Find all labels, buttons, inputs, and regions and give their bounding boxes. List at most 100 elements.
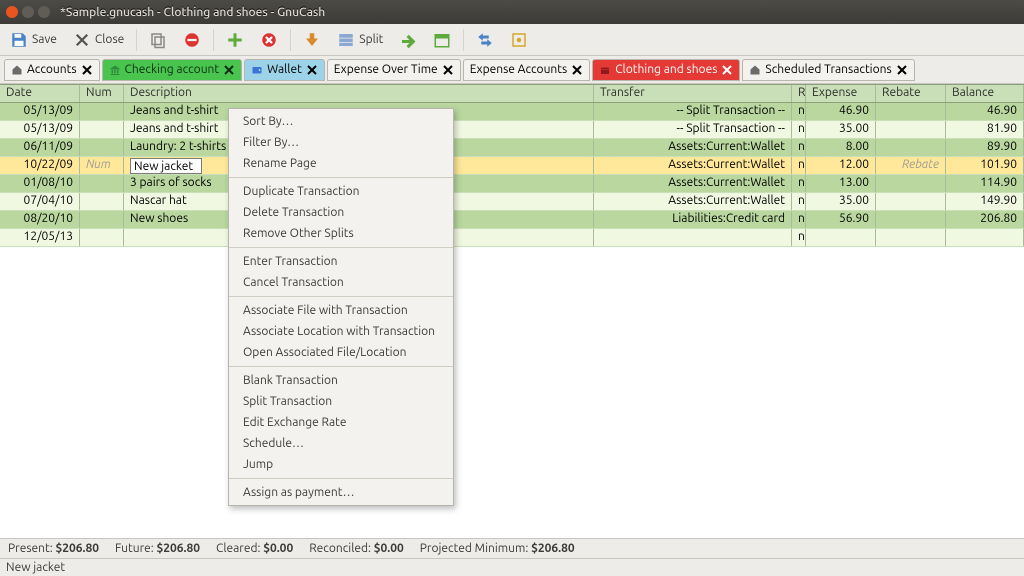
cell-expense[interactable]: 56.90 — [806, 211, 876, 228]
cell-transfer[interactable]: Assets:Current:Wallet — [594, 139, 792, 156]
maximize-window-button[interactable] — [38, 6, 50, 18]
cell-rebate[interactable] — [876, 103, 946, 120]
cell-expense[interactable]: 46.90 — [806, 103, 876, 120]
cell-balance[interactable]: 149.90 — [946, 193, 1024, 210]
tab-expense-accounts[interactable]: Expense Accounts — [463, 59, 591, 81]
menu-item-open-associated-file-location[interactable]: Open Associated File/Location — [229, 342, 453, 363]
menu-item-associate-location-with-transaction[interactable]: Associate Location with Transaction — [229, 321, 453, 342]
blank-button[interactable] — [297, 28, 327, 52]
col-transfer[interactable]: Transfer — [594, 85, 792, 102]
menu-item-cancel-transaction[interactable]: Cancel Transaction — [229, 272, 453, 293]
tab-accounts[interactable]: Accounts — [4, 59, 100, 81]
col-num[interactable]: Num — [80, 85, 124, 102]
cell-r[interactable]: n — [792, 175, 806, 192]
cell-num[interactable] — [80, 103, 124, 120]
cell-num[interactable] — [80, 139, 124, 156]
cell-num[interactable] — [80, 229, 124, 246]
cell-balance[interactable]: 114.90 — [946, 175, 1024, 192]
cell-r[interactable]: n — [792, 121, 806, 138]
description-input[interactable] — [130, 158, 202, 174]
cell-date[interactable]: 01/08/10 — [0, 175, 80, 192]
minimize-window-button[interactable] — [22, 6, 34, 18]
menu-item-edit-exchange-rate[interactable]: Edit Exchange Rate — [229, 412, 453, 433]
col-balance[interactable]: Balance — [946, 85, 1024, 102]
save-button[interactable]: Save — [4, 28, 63, 52]
close-tab-icon[interactable] — [223, 64, 235, 76]
cell-balance[interactable]: 81.90 — [946, 121, 1024, 138]
menu-item-split-transaction[interactable]: Split Transaction — [229, 391, 453, 412]
col-expense[interactable]: Expense — [806, 85, 876, 102]
close-tab-icon[interactable] — [721, 64, 733, 76]
cell-balance[interactable]: 101.90 — [946, 157, 1024, 174]
enter-button[interactable] — [220, 28, 250, 52]
cell-expense[interactable] — [806, 229, 876, 246]
cell-date[interactable]: 10/22/09 — [0, 157, 80, 174]
tab-wallet[interactable]: Wallet — [244, 59, 325, 81]
cell-r[interactable]: n — [792, 139, 806, 156]
menu-item-duplicate-transaction[interactable]: Duplicate Transaction — [229, 181, 453, 202]
menu-item-remove-other-splits[interactable]: Remove Other Splits — [229, 223, 453, 244]
menu-item-enter-transaction[interactable]: Enter Transaction — [229, 251, 453, 272]
cell-transfer[interactable] — [594, 229, 792, 246]
cell-expense[interactable]: 35.00 — [806, 193, 876, 210]
col-rebate[interactable]: Rebate — [876, 85, 946, 102]
cell-transfer[interactable]: Liabilities:Credit card — [594, 211, 792, 228]
close-tab-icon[interactable] — [306, 64, 318, 76]
menu-item-associate-file-with-transaction[interactable]: Associate File with Transaction — [229, 300, 453, 321]
cell-date[interactable]: 12/05/13 — [0, 229, 80, 246]
close-window-button[interactable] — [6, 6, 18, 18]
close-tab-icon[interactable] — [442, 64, 454, 76]
col-r[interactable]: R — [792, 85, 806, 102]
schedule-button[interactable] — [427, 28, 457, 52]
menu-item-blank-transaction[interactable]: Blank Transaction — [229, 370, 453, 391]
cell-rebate[interactable] — [876, 211, 946, 228]
menu-item-sort-by[interactable]: Sort By… — [229, 111, 453, 132]
cell-date[interactable]: 07/04/10 — [0, 193, 80, 210]
cell-expense[interactable]: 35.00 — [806, 121, 876, 138]
cell-balance[interactable]: 206.80 — [946, 211, 1024, 228]
close-tab-icon[interactable] — [81, 64, 93, 76]
menu-item-jump[interactable]: Jump — [229, 454, 453, 475]
split-button[interactable]: Split — [331, 28, 389, 52]
cell-r[interactable]: n — [792, 157, 806, 174]
cell-r[interactable]: n — [792, 193, 806, 210]
menu-item-assign-as-payment[interactable]: Assign as payment… — [229, 482, 453, 503]
cell-transfer[interactable]: -- Split Transaction -- — [594, 121, 792, 138]
menu-item-schedule[interactable]: Schedule… — [229, 433, 453, 454]
cell-balance[interactable] — [946, 229, 1024, 246]
menu-item-filter-by[interactable]: Filter By… — [229, 132, 453, 153]
table-row[interactable]: 10/22/09NumAssets:Current:Walletn12.00Re… — [0, 157, 1024, 175]
cell-transfer[interactable]: Assets:Current:Wallet — [594, 175, 792, 192]
tab-scheduled-transactions[interactable]: Scheduled Transactions — [742, 59, 914, 81]
cell-num[interactable] — [80, 193, 124, 210]
cell-balance[interactable]: 89.90 — [946, 139, 1024, 156]
cell-rebate[interactable] — [876, 175, 946, 192]
close-button[interactable]: Close — [67, 28, 130, 52]
close-tab-icon[interactable] — [571, 64, 583, 76]
cell-num[interactable] — [80, 175, 124, 192]
cell-rebate[interactable] — [876, 229, 946, 246]
cell-transfer[interactable]: -- Split Transaction -- — [594, 103, 792, 120]
cancel-button[interactable] — [254, 28, 284, 52]
menu-item-rename-page[interactable]: Rename Page — [229, 153, 453, 174]
cell-rebate[interactable] — [876, 121, 946, 138]
close-tab-icon[interactable] — [896, 64, 908, 76]
jump-button[interactable] — [393, 28, 423, 52]
cell-rebate[interactable] — [876, 139, 946, 156]
cell-date[interactable]: 06/11/09 — [0, 139, 80, 156]
menu-item-delete-transaction[interactable]: Delete Transaction — [229, 202, 453, 223]
cell-rebate[interactable]: Rebate — [876, 157, 946, 174]
cell-r[interactable]: n — [792, 211, 806, 228]
table-row[interactable]: 05/13/09Jeans and t-shirt-- Split Transa… — [0, 103, 1024, 121]
table-row[interactable]: 08/20/10New shoesLiabilities:Credit card… — [0, 211, 1024, 229]
reconcile-button[interactable] — [504, 28, 534, 52]
cell-expense[interactable]: 12.00 — [806, 157, 876, 174]
tab-expense-over-time[interactable]: Expense Over Time — [327, 59, 461, 81]
cell-r[interactable]: n — [792, 103, 806, 120]
tab-clothing-and-shoes[interactable]: Clothing and shoes — [592, 59, 740, 81]
table-row[interactable]: 06/11/09Laundry: 2 t-shirtsAssets:Curren… — [0, 139, 1024, 157]
table-row[interactable]: 05/13/09Jeans and t-shirt-- Split Transa… — [0, 121, 1024, 139]
register[interactable]: Date Num Description Transfer R Expense … — [0, 84, 1024, 538]
table-row[interactable]: 07/04/10Nascar hatAssets:Current:Walletn… — [0, 193, 1024, 211]
cell-num[interactable] — [80, 121, 124, 138]
